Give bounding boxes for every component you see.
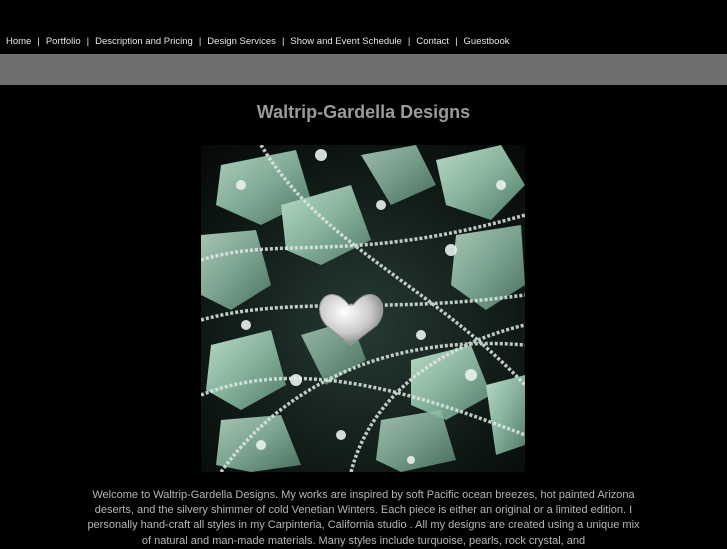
nav-separator: | [37,36,40,47]
intro-text: Welcome to Waltrip-Gardella Designs. My … [87,489,640,547]
header-bar [0,54,727,85]
nav-separator: | [86,36,90,47]
nav-home[interactable]: Home [6,36,31,47]
jewelry-illustration [201,145,525,472]
jewelry-photo [201,145,525,472]
nav-contact[interactable]: Contact [416,36,449,47]
nav-separator: | [407,36,411,47]
nav-separator: | [281,36,285,47]
nav-guestbook[interactable]: Guestbook [464,36,510,47]
top-nav: Home | Portfolio | Description and Pricing | D… [0,36,727,50]
nav-portfolio[interactable]: Portfolio [46,36,81,47]
nav-separator: | [198,36,202,47]
nav-separator: | [455,36,458,47]
nav-description-and-pricing[interactable]: Description and Pricing [95,36,193,47]
nav-show-and-event-schedule[interactable]: Show and Event Schedule [290,36,401,47]
nav-design-services[interactable]: Design Services [207,36,276,47]
page-title: Waltrip-Gardella Designs [256,102,471,122]
